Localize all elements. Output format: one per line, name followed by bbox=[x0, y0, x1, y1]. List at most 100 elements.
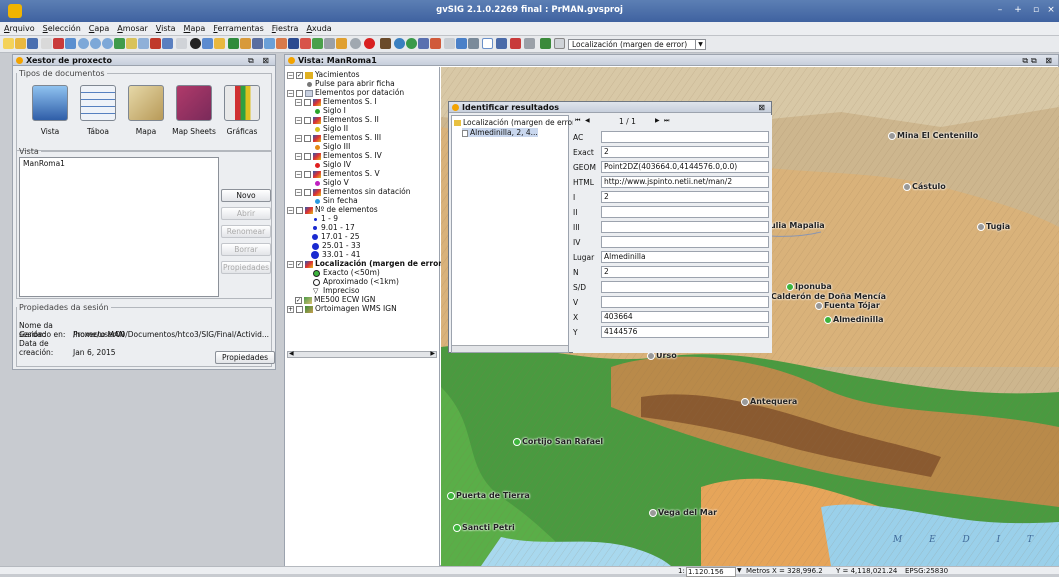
toc-layer-s4[interactable]: − Elementos S. IV bbox=[295, 151, 382, 160]
map-place-label[interactable]: Cástulo bbox=[903, 182, 946, 191]
network-icon[interactable] bbox=[394, 38, 405, 49]
toc-layer-s1[interactable]: − Elementos S. I bbox=[295, 97, 377, 106]
menu-amosar[interactable]: Amosar bbox=[113, 22, 152, 35]
pointer-icon[interactable] bbox=[288, 38, 299, 49]
new-button[interactable]: Novo bbox=[221, 189, 271, 202]
prev-page-icon[interactable]: ◀ bbox=[585, 117, 590, 124]
layer-checkbox[interactable]: ✓ bbox=[296, 71, 303, 79]
close-dialog-icon[interactable]: ⊠ bbox=[758, 102, 768, 113]
geoprocess-icon[interactable] bbox=[418, 38, 429, 49]
zoom-out-icon[interactable] bbox=[90, 38, 101, 49]
map-place-label[interactable]: Puerta de Tierra bbox=[447, 491, 530, 500]
attribute-value[interactable]: Point2DZ(403664.0,4144576.0,0.0) bbox=[601, 161, 769, 173]
select-buffer-icon[interactable] bbox=[336, 38, 347, 49]
close-icon[interactable]: × bbox=[1044, 4, 1058, 17]
toc-horizontal-scrollbar[interactable]: ◀ ▶ bbox=[287, 350, 437, 358]
add-layer-icon[interactable] bbox=[228, 38, 239, 49]
doctype-map[interactable]: Mapa bbox=[127, 85, 165, 136]
doctype-charts[interactable]: Gráficas bbox=[223, 85, 261, 136]
toc-layer-s5[interactable]: − Elementos S. V bbox=[295, 169, 380, 178]
map-place-label[interactable]: Iulia Mapalia bbox=[767, 221, 825, 230]
view-list[interactable]: ManRoma1 bbox=[19, 157, 219, 297]
graph-icon[interactable] bbox=[456, 38, 467, 49]
pan-icon[interactable] bbox=[126, 38, 137, 49]
session-properties-button[interactable]: Propiedades bbox=[215, 351, 275, 364]
toc-layer-s3[interactable]: − Elementos S. III bbox=[295, 133, 381, 142]
scroll-left-icon[interactable]: ◀ bbox=[289, 350, 294, 357]
menu-mapa[interactable]: Mapa bbox=[180, 22, 210, 35]
next-page-icon[interactable]: ▶ bbox=[655, 117, 660, 124]
table-icon[interactable] bbox=[430, 38, 441, 49]
zoom-layer-icon[interactable] bbox=[162, 38, 173, 49]
select-icon[interactable] bbox=[65, 38, 76, 49]
map-place-label[interactable]: Antequera bbox=[741, 397, 797, 406]
map-place-label[interactable]: Vega del Mar bbox=[649, 508, 717, 517]
attribute-value[interactable] bbox=[601, 296, 769, 308]
rename-button[interactable]: Renomear bbox=[221, 225, 271, 238]
map-place-label[interactable]: Calderón de Doña Mencía bbox=[771, 292, 886, 301]
delete-button[interactable]: Borrar bbox=[221, 243, 271, 256]
map-place-label[interactable]: Cortijo San Rafael bbox=[513, 437, 603, 446]
open-button[interactable]: Abrir bbox=[221, 207, 271, 220]
table-of-contents[interactable]: − ✓ Yacimientos Pulse para abrir ficha − El… bbox=[285, 67, 445, 566]
select-circle-icon[interactable] bbox=[324, 38, 335, 49]
locate-icon[interactable] bbox=[276, 38, 287, 49]
map-place-label[interactable]: Fuenta Tójar bbox=[815, 301, 880, 310]
map-place-label[interactable]: Tugia bbox=[977, 222, 1010, 231]
map-place-label[interactable]: Almedinilla bbox=[824, 315, 883, 324]
cancel-icon[interactable] bbox=[53, 38, 64, 49]
measure-icon[interactable] bbox=[176, 38, 187, 49]
undo-icon[interactable] bbox=[41, 38, 52, 49]
refresh-icon[interactable] bbox=[150, 38, 161, 49]
toc-me500[interactable]: ✓ ME500 ECW IGN bbox=[295, 295, 375, 304]
new-project-icon[interactable] bbox=[3, 38, 14, 49]
map-place-label[interactable]: Mina El Centenillo bbox=[888, 131, 978, 140]
menu-axuda[interactable]: Axuda bbox=[302, 22, 335, 35]
save-icon[interactable] bbox=[27, 38, 38, 49]
toc-layer-sin-datacion[interactable]: − Elementos sin datación bbox=[295, 187, 411, 196]
tools-icon[interactable] bbox=[380, 38, 391, 49]
attribute-value[interactable] bbox=[601, 206, 769, 218]
chevron-down-icon[interactable]: ▼ bbox=[695, 40, 705, 49]
hyperlink-icon[interactable] bbox=[444, 38, 455, 49]
attribute-value[interactable] bbox=[601, 221, 769, 233]
map-place-label[interactable]: Iponuba bbox=[786, 282, 832, 291]
identify-tree[interactable]: Localización (margen de error) Almedinil… bbox=[451, 115, 578, 353]
toc-por-datacion[interactable]: − Elementos por datación bbox=[287, 88, 404, 97]
menu-arquivo[interactable]: Arquivo bbox=[0, 22, 39, 35]
attribute-value[interactable] bbox=[601, 281, 769, 293]
tree-root[interactable]: Localización (margen de error) bbox=[454, 118, 578, 127]
chart-icon[interactable] bbox=[510, 38, 521, 49]
stop-icon[interactable] bbox=[364, 38, 375, 49]
attribute-value[interactable]: 2 bbox=[601, 266, 769, 278]
attribute-value[interactable]: 403664 bbox=[601, 311, 769, 323]
attribute-value[interactable]: Almedinilla bbox=[601, 251, 769, 263]
last-page-icon[interactable]: ⏭ bbox=[664, 117, 669, 125]
map-place-label[interactable]: Sancti Petri bbox=[453, 523, 515, 532]
info-icon[interactable] bbox=[190, 38, 201, 49]
toc-ortoimagen[interactable]: + Ortoimagen WMS IGN bbox=[287, 304, 397, 313]
legend-icon[interactable] bbox=[540, 38, 551, 49]
layer-properties-icon[interactable] bbox=[214, 38, 225, 49]
attribute-value[interactable]: 2 bbox=[601, 146, 769, 158]
menu-capa[interactable]: Capa bbox=[85, 22, 113, 35]
select-polygon-icon[interactable] bbox=[312, 38, 323, 49]
restore-icon[interactable]: ▫ bbox=[1029, 4, 1043, 17]
edit-icon[interactable] bbox=[202, 38, 213, 49]
menu-vista[interactable]: Vista bbox=[152, 22, 180, 35]
draw-line-icon[interactable] bbox=[240, 38, 251, 49]
copy-icon[interactable] bbox=[524, 38, 535, 49]
active-layer-select[interactable]: Localización (margen de error) ▼ bbox=[568, 39, 706, 50]
attribute-value[interactable] bbox=[601, 131, 769, 143]
settings-icon[interactable] bbox=[350, 38, 361, 49]
zoom-in-icon[interactable] bbox=[78, 38, 89, 49]
globe-icon[interactable] bbox=[264, 38, 275, 49]
scroll-right-icon[interactable]: ▶ bbox=[430, 350, 435, 357]
filter-icon[interactable] bbox=[252, 38, 263, 49]
select-point-icon[interactable] bbox=[300, 38, 311, 49]
doctype-view[interactable]: Vista bbox=[31, 85, 69, 136]
maximize-icon[interactable]: + bbox=[1011, 4, 1025, 17]
view-window-icons[interactable]: ⧉⧉ ⊠ bbox=[1022, 55, 1055, 66]
toc-localizacion[interactable]: − ✓ Localización (margen de error) bbox=[287, 259, 445, 268]
tree-item[interactable]: Almedinilla, 2, 4... bbox=[462, 128, 538, 137]
